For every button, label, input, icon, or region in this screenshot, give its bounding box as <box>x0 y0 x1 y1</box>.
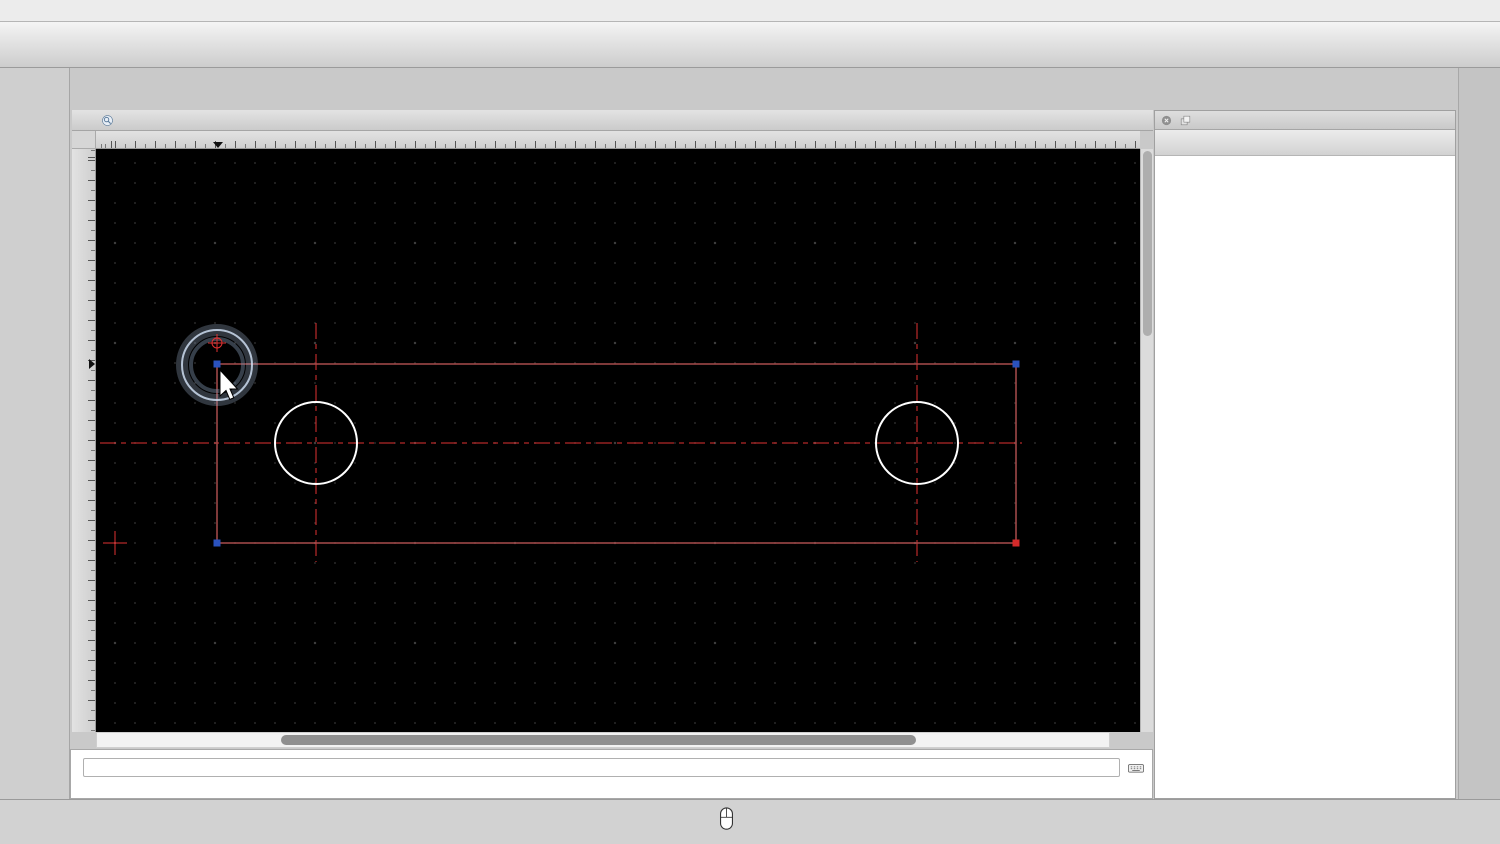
hscroll-thumb[interactable] <box>281 735 916 745</box>
mouse-hint-icon <box>718 806 735 832</box>
close-panel-button[interactable] <box>1160 114 1173 127</box>
drawing-canvas[interactable] <box>96 149 1140 732</box>
layer-panel-header <box>1155 111 1455 130</box>
relative-zero-marker <box>208 334 226 352</box>
vruler-major-ticks <box>88 149 95 732</box>
hruler-position-marker <box>213 142 223 148</box>
vruler-position-marker <box>89 359 95 369</box>
selection-handles[interactable] <box>213 360 1020 547</box>
horizontal-scrollbar[interactable] <box>96 732 1110 748</box>
right-dock <box>1458 68 1500 799</box>
left-tool-palette <box>0 68 70 799</box>
command-input[interactable] <box>83 758 1120 777</box>
menu-bar <box>0 0 1500 22</box>
hruler-major-ticks <box>96 141 1140 148</box>
float-panel-button[interactable] <box>1179 114 1192 127</box>
vertical-ruler <box>72 149 96 732</box>
keyboard-toggle-button[interactable] <box>1126 759 1146 776</box>
document-icon <box>100 113 115 128</box>
ruler-corner <box>72 131 96 149</box>
command-widget <box>70 749 1153 799</box>
main-toolbar <box>0 22 1500 68</box>
layer-toolbar <box>1155 130 1455 156</box>
horizontal-ruler <box>96 131 1140 149</box>
layer-list-panel <box>1154 110 1456 799</box>
vertical-scrollbar[interactable] <box>1140 149 1153 732</box>
vscroll-thumb[interactable] <box>1143 151 1152 336</box>
document-titlebar[interactable] <box>72 110 1153 131</box>
origin-marker <box>103 531 127 555</box>
status-bar <box>0 799 1500 844</box>
